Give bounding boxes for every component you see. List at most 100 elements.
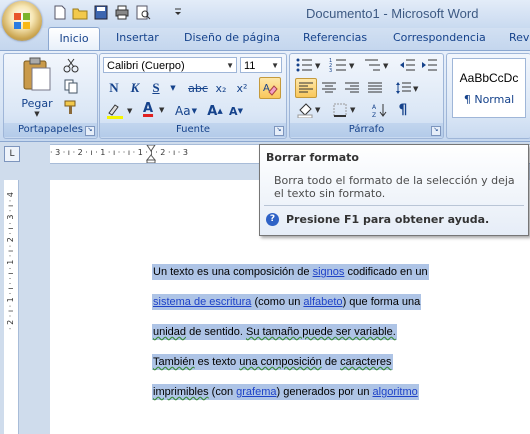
borders-button[interactable]: ▼	[330, 100, 360, 120]
ruler-marks: · 3 · ı · 2 · ı · 1 · ı · · ı · 1 · ı · …	[50, 148, 188, 157]
grow-font-label: A	[207, 103, 218, 119]
increase-indent-icon[interactable]	[420, 56, 438, 74]
office-logo-icon	[14, 13, 30, 29]
style-name: ¶ Normal	[463, 93, 515, 106]
svg-text:▼: ▼	[315, 62, 321, 70]
clipboard-launcher-icon[interactable]: ↘	[85, 126, 95, 136]
customize-toolbar-icon[interactable]	[170, 5, 186, 20]
align-center-button[interactable]	[318, 78, 340, 98]
grow-font-button[interactable]: A ▲	[205, 100, 225, 122]
italic-button[interactable]: K	[125, 78, 145, 98]
text-line-4[interactable]: También es texto una composición de cara…	[152, 354, 393, 370]
help-icon: ?	[266, 213, 279, 226]
svg-text:3: 3	[329, 68, 332, 74]
highlight-color-button[interactable]: ▼	[104, 100, 136, 122]
sort-az-icon: AZ	[372, 104, 387, 118]
indent-marker-icon[interactable]	[146, 145, 156, 163]
open-folder-icon[interactable]	[72, 5, 88, 20]
tooltip-help-text: Presione F1 para obtener ayuda.	[286, 213, 490, 226]
numbering-icon[interactable]: 123▼	[328, 56, 358, 74]
hyperlink[interactable]: alfabeto	[303, 296, 342, 308]
bold-button[interactable]: N	[104, 78, 124, 98]
sort-button[interactable]: AZ	[370, 100, 390, 120]
svg-text:▼: ▼	[383, 62, 389, 70]
underline-button[interactable]: S	[146, 78, 166, 98]
svg-text:▼: ▼	[127, 107, 133, 115]
text-run: ) generados por un	[276, 386, 373, 398]
text-run: También	[153, 356, 195, 368]
hyperlink[interactable]: signos	[313, 266, 345, 278]
align-left-button[interactable]	[295, 78, 317, 98]
font-size-combo[interactable]: 11 ▼	[240, 57, 282, 73]
paragraph-launcher-icon[interactable]: ↘	[431, 126, 441, 136]
text-run: de sentido.	[186, 326, 246, 338]
change-case-label: Aa	[175, 104, 191, 118]
font-color-button[interactable]: A ▼	[138, 100, 170, 122]
align-right-button[interactable]	[341, 78, 363, 98]
tab-referencias[interactable]: Referencias	[303, 31, 367, 44]
tab-selector-button[interactable]: L	[4, 146, 20, 162]
font-group-label: Fuente	[100, 123, 286, 137]
underline-dropdown-icon[interactable]: ▼	[169, 78, 177, 98]
tab-diseno-pagina[interactable]: Diseño de página	[184, 31, 280, 44]
font-name-combo[interactable]: Calibri (Cuerpo) ▼	[103, 57, 237, 73]
text-run: caracteres	[340, 356, 392, 368]
chevron-down-icon: ▼	[159, 106, 165, 114]
tab-revisar[interactable]: Revi	[509, 31, 530, 44]
justify-icon	[368, 82, 382, 93]
justify-button[interactable]	[364, 78, 386, 98]
superscript-button[interactable]: x²	[232, 78, 252, 98]
save-icon[interactable]	[93, 5, 109, 20]
svg-text:Z: Z	[372, 112, 376, 118]
font-name-value: Calibri (Cuerpo)	[107, 60, 185, 72]
chevron-down-icon: ▼	[226, 61, 234, 70]
svg-text:▼: ▼	[315, 106, 321, 114]
svg-text:▼: ▼	[350, 106, 356, 114]
tab-insertar[interactable]: Insertar	[116, 31, 159, 44]
svg-text:▼: ▼	[413, 85, 419, 93]
shading-button[interactable]: ▼	[295, 100, 325, 120]
bullets-icon[interactable]: ▼	[294, 56, 324, 74]
text-line-5[interactable]: imprimibles (con grafema) generados por …	[152, 384, 419, 400]
text-run: es texto	[194, 356, 240, 368]
line-spacing-button[interactable]: ▼	[393, 78, 423, 98]
vertical-ruler[interactable]: · 2 · ı · 1 · ı · · ı · 1 · ı · 2 · ı · …	[4, 180, 19, 434]
tab-inicio[interactable]: Inicio	[48, 27, 100, 50]
change-case-button[interactable]: Aa ▼	[171, 100, 201, 122]
text-run: una composición	[239, 356, 322, 368]
hyperlink[interactable]: grafema	[236, 386, 276, 398]
text-line-3[interactable]: unidad de sentido. Su tamaño puede ser v…	[152, 324, 397, 340]
svg-text:A: A	[372, 104, 377, 111]
hyperlink[interactable]: sistema de escritura	[153, 296, 251, 308]
show-marks-button[interactable]: ¶	[393, 100, 413, 120]
office-button[interactable]	[2, 1, 42, 41]
new-document-icon[interactable]	[52, 5, 68, 20]
font-launcher-icon[interactable]: ↘	[274, 126, 284, 136]
paste-button[interactable]: Pegar ▼	[18, 56, 56, 118]
tooltip-title: Borrar formato	[266, 151, 359, 164]
text-run: de	[321, 356, 341, 368]
clear-formatting-button[interactable]: A	[259, 77, 281, 99]
copy-icon[interactable]	[63, 78, 79, 94]
print-icon[interactable]	[114, 5, 130, 20]
print-preview-icon[interactable]	[135, 5, 151, 20]
cut-icon[interactable]	[63, 57, 79, 73]
subscript-button[interactable]: x₂	[211, 78, 231, 98]
shrink-font-label: A	[229, 104, 238, 118]
text-line-1[interactable]: Un texto es una composición de signos co…	[152, 264, 429, 280]
decrease-indent-icon[interactable]	[398, 56, 416, 74]
format-painter-icon[interactable]	[63, 99, 79, 115]
hyperlink[interactable]: algoritmo	[373, 386, 418, 398]
clipboard-icon	[23, 57, 51, 91]
text-line-2[interactable]: sistema de escritura (como un alfabeto) …	[152, 294, 422, 310]
style-normal[interactable]: AaBbCcDc ¶ Normal	[452, 58, 526, 118]
text-run: ) que forma una	[342, 296, 421, 308]
paste-dropdown-icon: ▼	[34, 110, 40, 118]
window-title: Documento1 - Microsoft Word	[306, 6, 479, 21]
tab-correspondencia[interactable]: Correspondencia	[393, 31, 486, 44]
align-center-icon	[322, 82, 336, 93]
strikethrough-button[interactable]: abc	[185, 78, 211, 98]
text-run: Su tamaño puede ser variable.	[245, 326, 396, 338]
multilevel-list-icon[interactable]: ▼	[362, 56, 392, 74]
shrink-font-button[interactable]: A ▼	[226, 100, 246, 122]
